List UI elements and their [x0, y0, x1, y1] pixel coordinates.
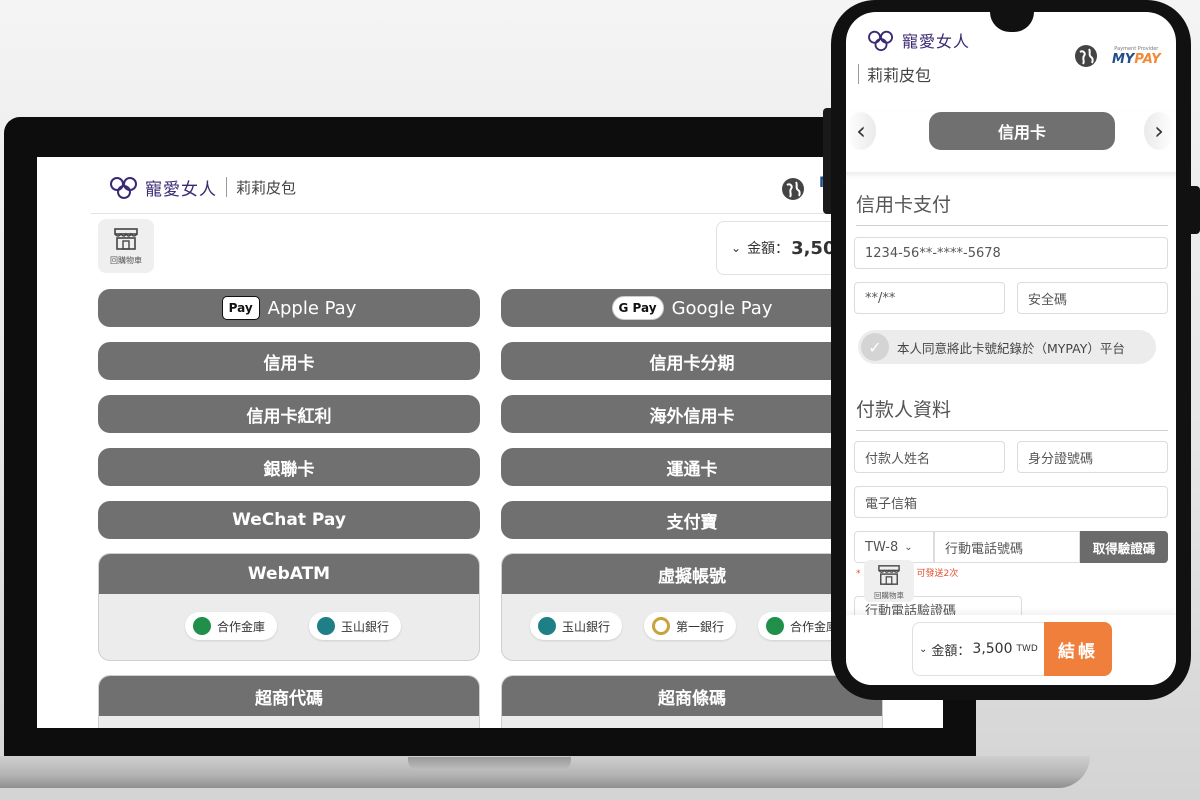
- get-verification-code-button[interactable]: 取得驗證碼: [1080, 531, 1168, 563]
- id-number-field[interactable]: 身分證號碼: [1017, 441, 1168, 473]
- virtual-account-title[interactable]: 虛擬帳號: [502, 554, 882, 594]
- store-icon: [114, 228, 138, 250]
- convenience-barcode-title[interactable]: 超商條碼: [502, 676, 882, 716]
- convenience-code-title[interactable]: 超商代碼: [99, 676, 479, 716]
- amount-label: 金額：: [931, 643, 971, 659]
- phone-shop-name: 莉莉皮包: [858, 62, 931, 86]
- check-icon: ✓: [861, 333, 889, 361]
- store-icon: [878, 565, 900, 585]
- currency-label: TWD: [1016, 644, 1038, 654]
- brand-logo-text: 寵愛女人: [902, 32, 971, 51]
- brand-logo-icon: [868, 30, 893, 52]
- virtual-account-card: 虛擬帳號 玉山銀行 第一銀行 合作金庫: [501, 553, 883, 661]
- convenience-barcode-card: 超商條碼: [501, 675, 883, 728]
- bank-chip-esun[interactable]: 玉山銀行: [309, 612, 402, 640]
- chevron-right-icon[interactable]: ›: [1144, 112, 1174, 150]
- chevron-down-icon: ⌄: [731, 241, 742, 255]
- payer-name-field[interactable]: 付款人姓名: [854, 441, 1005, 473]
- overseas-credit-card-button[interactable]: 海外信用卡: [501, 395, 883, 433]
- apple-pay-label: Apple Pay: [267, 297, 357, 319]
- google-pay-icon: G Pay: [611, 296, 664, 320]
- brand-divider: [226, 177, 227, 197]
- country-code-value: TW-8: [865, 539, 899, 555]
- convenience-code-card: 超商代碼: [98, 675, 480, 728]
- mobile-number-field[interactable]: 行動電話號碼: [934, 531, 1080, 563]
- chevron-left-icon[interactable]: ‹: [846, 112, 876, 150]
- phone-screen: 寵愛女人 莉莉皮包 Payment Provider MYPAY ‹ › 信用卡…: [846, 12, 1176, 685]
- chevron-down-icon: ⌄: [919, 643, 928, 655]
- amex-button[interactable]: 運通卡: [501, 448, 883, 486]
- cvv-field[interactable]: 安全碼: [1017, 282, 1168, 314]
- bank-chip-esun[interactable]: 玉山銀行: [530, 612, 623, 640]
- card-number-field[interactable]: 1234-56**-****-5678: [854, 237, 1168, 269]
- back-to-cart-button[interactable]: 回購物車: [864, 560, 914, 602]
- back-to-cart-label: 回購物車: [874, 591, 904, 600]
- checkout-page: 寵愛女人 莉莉皮包 M 回購物車 ⌄ 金額： 3,500: [91, 157, 916, 728]
- credit-card-section-title: 信用卡支付: [856, 190, 1168, 226]
- esun-bank-icon: [538, 617, 556, 635]
- bank-name: 玉山銀行: [562, 619, 611, 634]
- bank-name: 玉山銀行: [341, 619, 390, 634]
- expiry-field[interactable]: **/**: [854, 282, 1005, 314]
- google-pay-label: Google Pay: [671, 297, 773, 319]
- credit-card-installment-button[interactable]: 信用卡分期: [501, 342, 883, 380]
- email-field[interactable]: 電子信箱: [854, 486, 1168, 518]
- brand-logo-text: 寵愛女人: [145, 179, 217, 200]
- save-card-agreement-toggle[interactable]: ✓ 本人同意將此卡號紀錄於（MYPAY）平台: [858, 330, 1156, 364]
- tcb-bank-icon: [193, 617, 211, 635]
- webatm-card: WebATM 合作金庫 玉山銀行: [98, 553, 480, 661]
- shop-name: 莉莉皮包: [867, 66, 932, 85]
- amount-value: 3,500: [972, 641, 1013, 657]
- tcb-bank-icon: [766, 617, 784, 635]
- phone-side-button: [1189, 186, 1200, 234]
- brand-logo-icon: [110, 177, 137, 199]
- esun-bank-icon: [317, 617, 335, 635]
- back-to-cart-label: 回購物車: [110, 256, 142, 265]
- order-amount-toggle[interactable]: ⌄ 金額： 3,500 TWD: [912, 622, 1046, 676]
- header-divider: [91, 213, 911, 214]
- country-code-select[interactable]: TW-8 ⌄: [854, 531, 934, 563]
- globe-icon[interactable]: [781, 177, 805, 201]
- payer-section-title: 付款人資料: [856, 395, 1168, 431]
- google-pay-button[interactable]: G Pay Google Pay: [501, 289, 883, 327]
- tab-credit-card[interactable]: 信用卡: [929, 112, 1115, 150]
- bank-name: 合作金庫: [217, 619, 266, 634]
- webatm-title[interactable]: WebATM: [99, 554, 479, 594]
- brand-divider: [858, 64, 859, 84]
- laptop-hinge: [408, 757, 571, 770]
- unionpay-button[interactable]: 銀聯卡: [98, 448, 480, 486]
- bank-name: 第一銀行: [676, 619, 725, 634]
- amount-label: 金額：: [747, 241, 790, 257]
- brand-header: 寵愛女人 莉莉皮包: [109, 169, 296, 205]
- laptop-screen: 寵愛女人 莉莉皮包 M 回購物車 ⌄ 金額： 3,500: [37, 157, 943, 728]
- credit-card-button[interactable]: 信用卡: [98, 342, 480, 380]
- globe-icon[interactable]: [1074, 44, 1098, 68]
- mypay-wordmark: MYPAY: [1112, 52, 1161, 67]
- mypay-logo: Payment Provider MYPAY: [1112, 46, 1161, 67]
- back-to-cart-button[interactable]: 回購物車: [98, 219, 154, 273]
- shop-name: 莉莉皮包: [236, 178, 297, 197]
- alipay-button[interactable]: 支付寶: [501, 501, 883, 539]
- checkout-button[interactable]: 結帳: [1044, 622, 1112, 676]
- apple-pay-icon: Pay: [221, 296, 260, 320]
- agreement-text: 本人同意將此卡號紀錄於（MYPAY）平台: [897, 340, 1125, 356]
- apple-pay-button[interactable]: Pay Apple Pay: [98, 289, 480, 327]
- wechat-pay-button[interactable]: WeChat Pay: [98, 501, 480, 539]
- credit-card-bonus-button[interactable]: 信用卡紅利: [98, 395, 480, 433]
- bank-chip-first-bank[interactable]: 第一銀行: [644, 612, 737, 640]
- phone-brand-header: 寵愛女人: [866, 28, 970, 52]
- bank-chip-tcb[interactable]: 合作金庫: [185, 612, 278, 640]
- chevron-down-icon: ⌄: [904, 541, 913, 553]
- first-bank-icon: [652, 617, 670, 635]
